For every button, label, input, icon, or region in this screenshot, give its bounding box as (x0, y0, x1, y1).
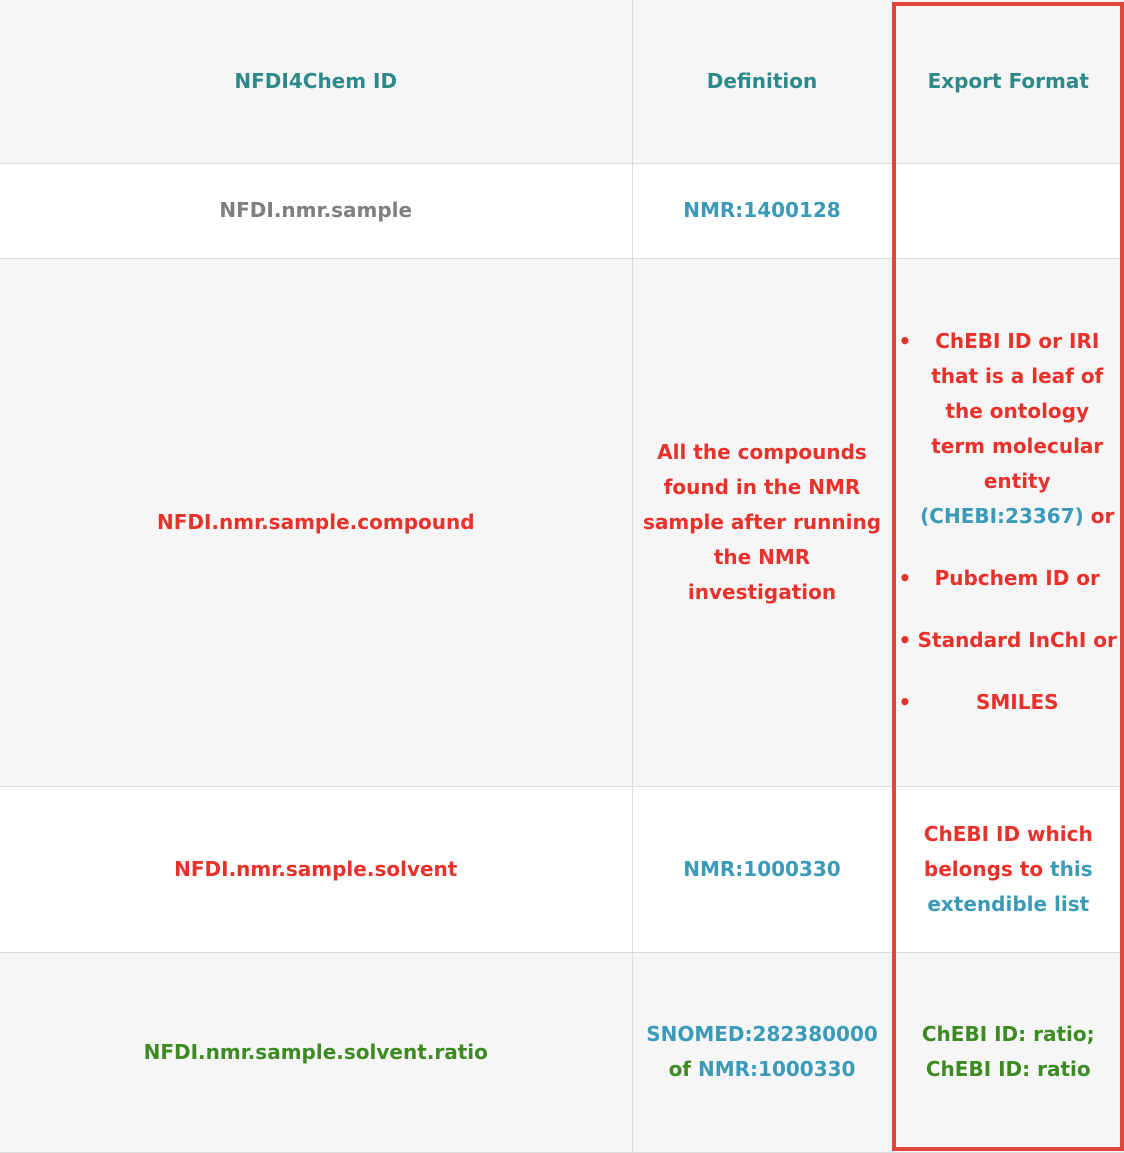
definition-cell: SNOMED:282380000 of NMR:1000330 (631, 951, 893, 1153)
list-item-text: Standard InChI or (917, 628, 1117, 652)
table-row-compound: NFDI.nmr.sample.compound All the compoun… (0, 257, 1124, 787)
list-item-text: SMILES (975, 690, 1059, 714)
bullet-icon: • (898, 690, 912, 714)
export-format-list: • ChEBI ID or IRI that is a leaf of the … (899, 324, 1119, 720)
bullet-icon: • (898, 566, 912, 590)
export-cell: ChEBI ID: ratio; ChEBI ID: ratio (891, 951, 1124, 1153)
nmr-link[interactable]: NMR:1000330 (698, 1057, 855, 1081)
table-header-row: NFDI4Chem ID Definition Export Format (0, 0, 1124, 164)
list-item-text: Pubchem ID or (934, 566, 1100, 590)
table-row-sample: NFDI.nmr.sample NMR:1400128 (0, 162, 1124, 259)
definition-link[interactable]: NMR:1000330 (631, 785, 893, 953)
header-nfdi4chem-id: NFDI4Chem ID (0, 0, 633, 164)
snomed-link[interactable]: SNOMED:282380000 (646, 1022, 878, 1046)
list-item-text: ChEBI ID or IRI that is a leaf of the on… (931, 329, 1104, 493)
definition-link[interactable]: NMR:1400128 (631, 162, 893, 259)
list-item-suffix: or (1090, 504, 1115, 528)
nfdi-mapping-table: NFDI4Chem ID Definition Export Format NF… (0, 0, 1124, 1153)
list-item: • Pubchem ID or (899, 561, 1119, 596)
table-row-solvent-ratio: NFDI.nmr.sample.solvent.ratio SNOMED:282… (0, 951, 1124, 1153)
id-cell: NFDI.nmr.sample (0, 162, 633, 259)
header-export-format: Export Format (891, 0, 1124, 164)
header-definition: Definition (631, 0, 893, 164)
definition-text: of (668, 1057, 692, 1081)
list-item: • Standard InChI or (899, 623, 1119, 658)
list-item: • ChEBI ID or IRI that is a leaf of the … (899, 324, 1119, 534)
chebi-link[interactable]: (CHEBI:23367) (920, 504, 1084, 528)
bullet-icon: • (898, 628, 912, 652)
list-item: • SMILES (899, 685, 1119, 720)
definition-cell: All the compounds found in the NMR sampl… (631, 257, 893, 787)
definition-text: All the compounds found in the NMR sampl… (642, 439, 882, 604)
export-cell (891, 162, 1124, 259)
table-row-solvent: NFDI.nmr.sample.solvent NMR:1000330 ChEB… (0, 785, 1124, 953)
id-cell: NFDI.nmr.sample.solvent.ratio (0, 951, 633, 1153)
id-cell: NFDI.nmr.sample.compound (0, 257, 633, 787)
id-cell: NFDI.nmr.sample.solvent (0, 785, 633, 953)
export-cell: ChEBI ID which belongs to this extendibl… (891, 785, 1124, 953)
bullet-icon: • (898, 329, 912, 353)
export-cell: • ChEBI ID or IRI that is a leaf of the … (891, 257, 1124, 787)
